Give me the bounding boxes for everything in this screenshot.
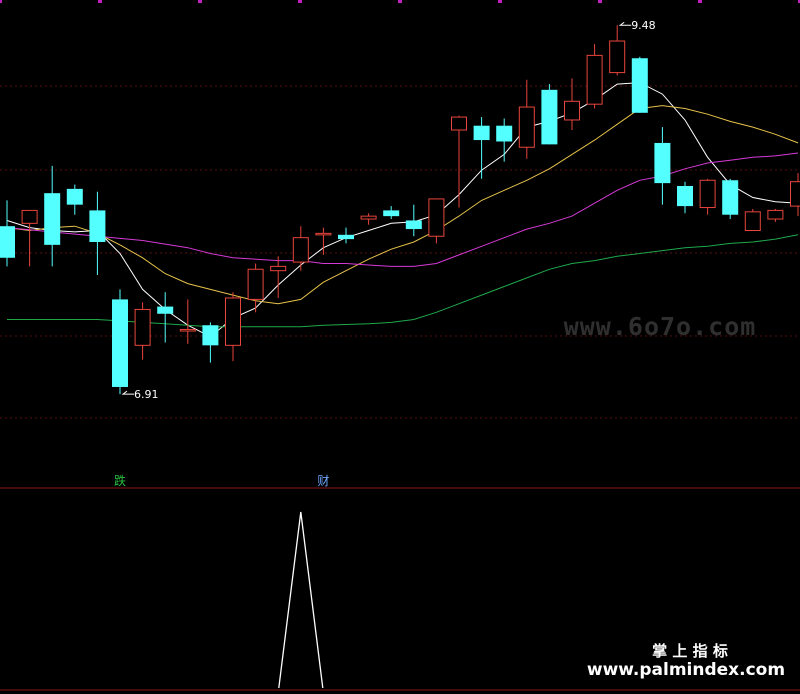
candle	[722, 178, 739, 220]
candle	[744, 208, 761, 232]
signal-label: 跌	[114, 473, 126, 488]
candle	[383, 206, 400, 220]
candle-body	[134, 308, 151, 346]
annotation-arrow	[618, 21, 632, 26]
candle-body	[518, 106, 535, 148]
candle	[790, 173, 800, 217]
candle-body	[631, 58, 648, 113]
candle-body	[112, 299, 128, 387]
candle-body	[66, 188, 83, 205]
candle	[134, 302, 151, 360]
candle-body	[0, 226, 15, 258]
candle-body	[179, 329, 196, 332]
candle	[496, 118, 513, 162]
candle	[0, 200, 15, 267]
candle-body	[767, 209, 784, 220]
candle-body	[451, 116, 467, 131]
top-tick	[398, 0, 402, 3]
annotation-label: 6.91	[134, 388, 159, 401]
candle	[202, 322, 219, 363]
candle-body	[383, 210, 400, 217]
candle-body	[790, 181, 800, 207]
candle	[225, 292, 241, 362]
candle-body	[315, 232, 332, 236]
candle-body	[89, 210, 106, 242]
candle-body	[722, 180, 739, 215]
candle	[247, 263, 264, 313]
candle-body	[338, 234, 354, 240]
candle-body	[428, 198, 445, 237]
candle	[518, 79, 535, 159]
top-tick	[0, 0, 2, 3]
top-tick	[298, 0, 302, 3]
top-tick	[698, 0, 702, 3]
candle	[270, 256, 287, 298]
ma-line	[6, 82, 799, 338]
candle-body	[21, 209, 38, 224]
candle	[44, 165, 61, 267]
candle-body	[541, 89, 558, 145]
candle	[89, 191, 106, 275]
candle	[451, 115, 467, 208]
candle	[631, 56, 648, 113]
indicator-spike	[278, 511, 324, 689]
top-tick	[598, 0, 602, 3]
candle	[609, 25, 626, 76]
candle-body	[270, 265, 287, 272]
candle	[360, 213, 377, 225]
candle-body	[586, 54, 603, 105]
candle-body	[44, 193, 61, 245]
candle-body	[564, 100, 580, 121]
annotation-arrow	[121, 390, 134, 395]
moving-average-lines	[6, 82, 799, 338]
candle-body	[247, 268, 264, 300]
candle	[112, 289, 128, 395]
candle	[541, 84, 558, 145]
stock-chart: 6.919.48 跌财 www.6o7o.com 掌 上 指 标 www.pal…	[0, 0, 800, 691]
candle	[586, 43, 603, 109]
candle-body	[744, 211, 761, 232]
annotation-label: 9.48	[631, 19, 656, 32]
candle	[66, 184, 83, 215]
candle	[21, 209, 38, 267]
candle	[157, 292, 174, 343]
candle-body	[473, 125, 490, 141]
candle-body	[360, 215, 377, 220]
candle	[699, 178, 716, 215]
top-tick	[498, 0, 502, 3]
candle-body	[496, 125, 513, 142]
candle-body	[225, 297, 241, 346]
candle-body	[699, 179, 716, 209]
candle-body	[292, 237, 309, 263]
candle-body	[609, 40, 626, 74]
bottom-watermark-title: 掌 上 指 标	[652, 642, 728, 660]
center-watermark: www.6o7o.com	[564, 312, 757, 341]
candle	[292, 226, 309, 271]
candle	[428, 198, 445, 244]
candle	[315, 227, 332, 255]
candle-body	[157, 306, 174, 314]
signal-labels: 跌财	[114, 473, 329, 488]
candle-body	[654, 142, 671, 184]
candle	[338, 227, 354, 244]
candle-body	[677, 186, 693, 207]
top-tick	[98, 0, 102, 3]
bottom-watermark-url: www.palmindex.com	[587, 660, 785, 680]
top-tick	[198, 0, 202, 3]
indicator-panel	[278, 511, 324, 689]
signal-label: 财	[317, 474, 329, 488]
candle	[677, 181, 693, 214]
candle	[654, 127, 671, 205]
candle	[767, 208, 784, 222]
candle-body	[405, 220, 422, 230]
candle-body	[202, 325, 219, 346]
